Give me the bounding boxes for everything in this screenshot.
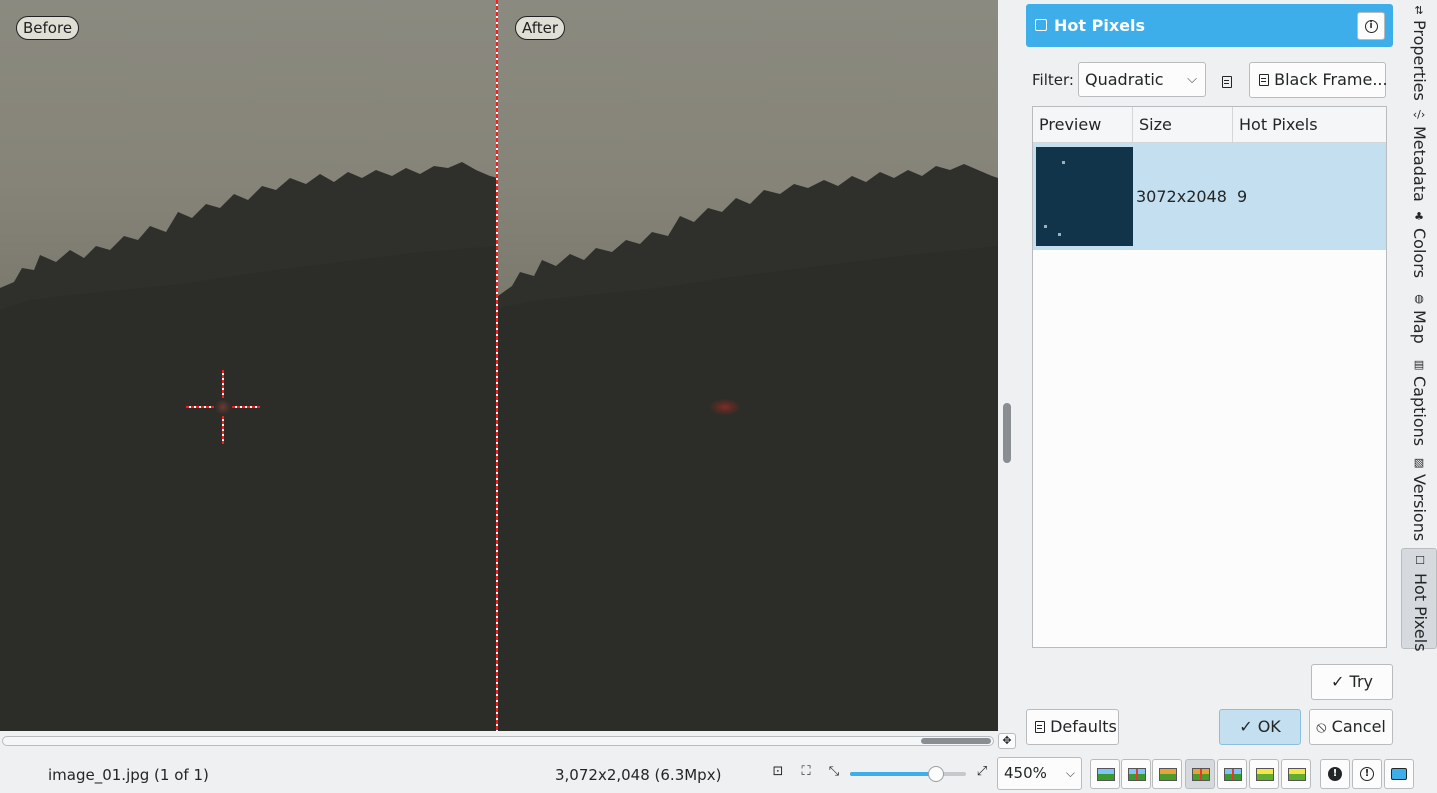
hot-pixels-icon: ☐ — [1415, 554, 1425, 567]
column-header-size[interactable]: Size — [1133, 107, 1233, 143]
zoom-to-fit-icon[interactable]: ⊡ — [768, 762, 788, 782]
view-split-duplicate-button[interactable] — [1185, 759, 1215, 789]
hot-pixels-tool-icon — [1035, 19, 1047, 31]
captions-icon: ▤ — [1413, 358, 1425, 371]
zoom-fit-window-icon[interactable]: ⤢ — [972, 762, 992, 782]
zoom-slider[interactable] — [850, 766, 966, 782]
tool-help-button[interactable]: i — [1357, 12, 1385, 40]
defaults-label: Defaults — [1050, 717, 1117, 736]
tab-metadata[interactable]: ‹/› Metadata — [1401, 106, 1437, 202]
chevron-down-icon: ⌵ — [1065, 766, 1075, 780]
try-button[interactable]: ✓ Try — [1311, 664, 1393, 700]
tab-label: Properties — [1410, 20, 1429, 101]
navigate-icon[interactable]: ✥ — [998, 733, 1016, 749]
horizontal-scrollbar[interactable] — [2, 736, 994, 746]
underexposure-icon: ! — [1328, 766, 1342, 781]
overexposure-button[interactable]: ! — [1352, 759, 1382, 789]
row-size: 3072x2048 — [1136, 187, 1227, 206]
black-frame-table[interactable]: Preview Size Hot Pixels 3072x2048 9 — [1032, 106, 1387, 648]
view-split-vertical-button[interactable] — [1121, 759, 1151, 789]
tool-title: Hot Pixels — [1054, 16, 1145, 35]
monitor-icon — [1391, 767, 1407, 780]
after-image — [498, 0, 998, 731]
tab-label: Versions — [1410, 474, 1429, 542]
column-header-hot-pixels[interactable]: Hot Pixels — [1233, 107, 1386, 143]
mouse-over-icon — [1288, 768, 1306, 781]
zoom-level-value: 450% — [1004, 764, 1047, 782]
zoom-level-select[interactable]: 450% ⌵ — [997, 757, 1082, 790]
column-header-preview[interactable]: Preview — [1033, 107, 1133, 143]
tab-properties[interactable]: ⇅ Properties — [1401, 0, 1437, 104]
ok-button[interactable]: ✓ OK — [1219, 709, 1301, 745]
tab-versions[interactable]: ▧ Versions — [1401, 454, 1437, 542]
view-target-button[interactable] — [1249, 759, 1279, 789]
tab-hot-pixels[interactable]: ☐ Hot Pixels — [1401, 548, 1437, 652]
info-icon: i — [1364, 20, 1378, 33]
status-dimensions: 3,072x2,048 (6.3Mpx) — [555, 766, 722, 784]
split-horizontal-icon — [1159, 768, 1177, 781]
ok-label: OK — [1257, 717, 1281, 736]
view-split-horizontal-button[interactable] — [1152, 759, 1182, 789]
view-original-button[interactable] — [1090, 759, 1120, 789]
cancel-label: Cancel — [1331, 717, 1386, 736]
image-canvas[interactable]: Before After — [0, 0, 998, 731]
properties-icon: ⇅ — [1414, 4, 1424, 17]
document-icon — [1035, 721, 1045, 733]
try-label: Try — [1349, 672, 1373, 691]
defaults-button[interactable]: Defaults — [1026, 709, 1119, 745]
zoom-100-icon[interactable]: ⤡ — [824, 762, 844, 782]
map-icon: ◍ — [1414, 292, 1424, 305]
filter-select[interactable]: Quadratic ⌵ — [1078, 62, 1206, 97]
image-icon — [1097, 768, 1115, 781]
overexposure-icon: ! — [1360, 766, 1374, 781]
split-duplicate-icon — [1192, 768, 1210, 781]
cancel-icon: ⦸ — [1316, 717, 1327, 736]
filter-label: Filter: — [1032, 71, 1074, 89]
black-frame-preview — [1036, 147, 1133, 246]
row-hot-pixels: 9 — [1237, 187, 1248, 206]
before-label: Before — [16, 16, 80, 40]
table-row[interactable]: 3072x2048 9 — [1033, 143, 1386, 250]
tab-map[interactable]: ◍ Map — [1401, 290, 1437, 346]
view-split-duplicate-alt-button[interactable] — [1217, 759, 1247, 789]
colors-icon: ♣ — [1414, 210, 1424, 223]
after-label: After — [515, 16, 566, 40]
check-icon: ✓ — [1239, 717, 1253, 736]
tab-label: Metadata — [1410, 126, 1429, 202]
split-divider[interactable] — [496, 0, 498, 731]
color-managed-view-button[interactable] — [1384, 759, 1414, 789]
tab-label: Hot Pixels — [1411, 573, 1430, 652]
tab-label: Map — [1410, 310, 1429, 344]
vertical-scroll-thumb[interactable] — [1003, 403, 1011, 463]
underexposure-button[interactable]: ! — [1320, 759, 1350, 789]
before-treeline — [0, 162, 498, 731]
chevron-down-icon: ⌵ — [1187, 72, 1197, 87]
table-header: Preview Size Hot Pixels — [1033, 107, 1386, 143]
view-mouse-over-button[interactable] — [1281, 759, 1311, 789]
tool-header: Hot Pixels i — [1026, 4, 1393, 47]
after-treeline — [498, 164, 998, 731]
split-image-icon — [1128, 768, 1146, 781]
horizontal-scroll-thumb[interactable] — [921, 738, 991, 744]
zoom-slider-handle[interactable] — [928, 766, 944, 782]
tab-captions[interactable]: ▤ Captions — [1401, 356, 1437, 447]
load-file-icon[interactable] — [1222, 72, 1232, 91]
fit-selection-icon[interactable]: ⛶ — [796, 762, 816, 782]
black-frame-label: Black Frame... — [1274, 70, 1388, 89]
tab-label: Colors — [1410, 228, 1429, 279]
metadata-icon: ‹/› — [1412, 108, 1426, 121]
sidebar-tabs: ⇅ Properties ‹/› Metadata ♣ Colors ◍ Map… — [1401, 0, 1437, 752]
black-frame-button[interactable]: Black Frame... — [1249, 62, 1388, 98]
tab-label: Captions — [1410, 376, 1429, 447]
cancel-button[interactable]: ⦸ Cancel — [1309, 709, 1393, 745]
target-image-icon — [1256, 768, 1274, 781]
before-image — [0, 0, 498, 731]
check-icon: ✓ — [1331, 672, 1345, 691]
tab-colors[interactable]: ♣ Colors — [1401, 208, 1437, 280]
split-duplicate-alt-icon — [1224, 768, 1242, 781]
document-icon — [1259, 74, 1269, 86]
status-filename: image_01.jpg (1 of 1) — [48, 766, 209, 784]
filter-value: Quadratic — [1085, 70, 1164, 89]
versions-icon: ▧ — [1413, 456, 1425, 469]
